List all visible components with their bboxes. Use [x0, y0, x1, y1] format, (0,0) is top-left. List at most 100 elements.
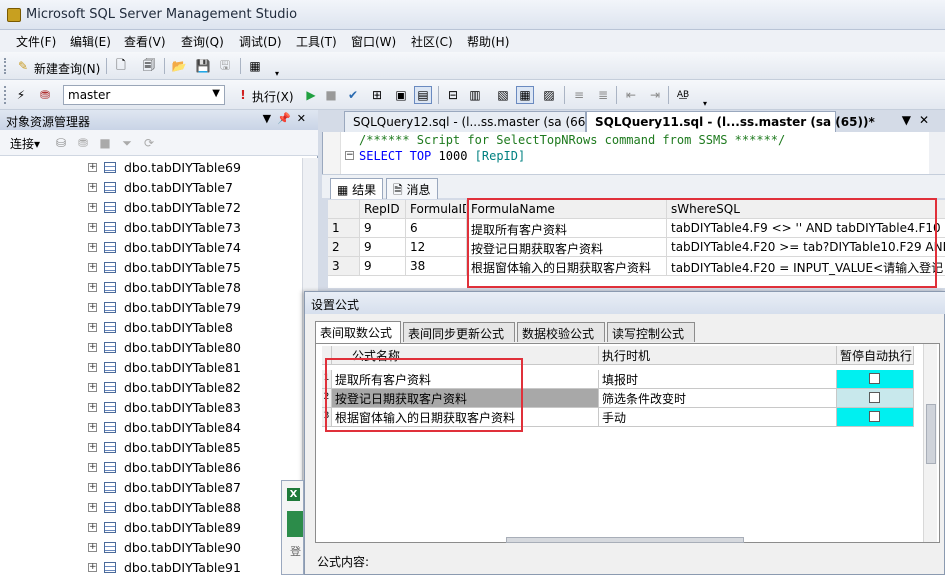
execution-timing-cell[interactable]: 筛选条件改变时 — [599, 389, 837, 408]
execution-timing-cell[interactable]: 手动 — [599, 408, 837, 427]
toolbar-grip[interactable] — [4, 58, 8, 74]
comment-icon[interactable]: ≡ — [570, 86, 588, 104]
activity-monitor-icon[interactable]: ▦ — [246, 57, 264, 75]
expand-icon[interactable]: + — [88, 543, 97, 552]
tree-item-table[interactable]: + dbo.tabDIYTable7 — [0, 178, 302, 198]
uncomment-icon[interactable]: ≣ — [594, 86, 612, 104]
expand-icon[interactable]: + — [88, 563, 97, 572]
increase-indent-icon[interactable]: ⇥ — [646, 86, 664, 104]
client-stats-icon[interactable]: ▥ — [466, 86, 484, 104]
execution-timing-cell[interactable]: 填报时 — [599, 370, 837, 389]
expand-icon[interactable]: + — [88, 523, 97, 532]
debug-play-icon[interactable]: ▶ — [302, 86, 320, 104]
connect-dropdown[interactable]: 连接▾ — [10, 135, 40, 152]
tree-item-table[interactable]: + dbo.tabDIYTable80 — [0, 338, 302, 358]
menu-help[interactable]: 帮助(H) — [467, 33, 509, 50]
row-number[interactable]: 3 — [328, 257, 360, 276]
pause-auto-exec-cell[interactable] — [837, 370, 914, 389]
menu-edit[interactable]: 编辑(E) — [70, 33, 111, 50]
expand-icon[interactable]: + — [88, 203, 97, 212]
tab-list-icon[interactable]: ▼ — [902, 113, 919, 127]
toolbar-grip[interactable] — [4, 86, 8, 104]
save-icon[interactable]: 💾 — [194, 57, 212, 75]
grid-corner[interactable] — [328, 200, 360, 219]
editor-scrollbar[interactable] — [929, 132, 945, 174]
stop-icon[interactable]: ■ — [96, 134, 114, 152]
tree-item-table[interactable]: + dbo.tabDIYTable73 — [0, 218, 302, 238]
expand-icon[interactable]: + — [88, 243, 97, 252]
new-file-icon[interactable]: 🗋 — [112, 57, 130, 75]
grid-cell[interactable]: 9 — [360, 238, 406, 257]
tree-item-table[interactable]: + dbo.tabDIYTable91 — [0, 558, 302, 575]
tree-item-table[interactable]: + dbo.tabDIYTable90 — [0, 538, 302, 558]
menu-query[interactable]: 查询(Q) — [181, 33, 224, 50]
grid-cell[interactable]: 38 — [406, 257, 467, 276]
change-connection-icon[interactable]: ⛃ — [36, 86, 54, 104]
results-grid-toggle-icon[interactable]: ▦ — [516, 86, 534, 104]
column-header[interactable]: RepID — [360, 200, 406, 219]
results-to-text-icon[interactable]: ▧ — [494, 86, 512, 104]
results-to-grid-icon[interactable]: ▤ — [414, 86, 432, 104]
new-query-button[interactable]: 新建查询(N) — [34, 60, 100, 77]
execute-button[interactable]: 执行(X) — [252, 88, 294, 105]
save-all-icon[interactable]: 🖫 — [216, 57, 234, 75]
tree-item-table[interactable]: + dbo.tabDIYTable69 — [0, 158, 302, 178]
tab-data-validation[interactable]: 数据校验公式 — [517, 322, 605, 342]
connect-icon[interactable]: ⚡ — [12, 86, 30, 104]
column-header[interactable]: 执行时机 — [599, 346, 837, 365]
menu-community[interactable]: 社区(C) — [411, 33, 453, 50]
expand-icon[interactable]: + — [88, 163, 97, 172]
expand-icon[interactable]: + — [88, 183, 97, 192]
cancel-query-icon[interactable]: ■ — [322, 86, 340, 104]
tree-item-table[interactable]: + dbo.tabDIYTable87 — [0, 478, 302, 498]
expand-icon[interactable]: + — [88, 423, 97, 432]
expand-icon[interactable]: + — [88, 503, 97, 512]
grid-cell[interactable]: 6 — [406, 219, 467, 238]
tree-item-table[interactable]: + dbo.tabDIYTable79 — [0, 298, 302, 318]
tree-item-table[interactable]: + dbo.tabDIYTable82 — [0, 378, 302, 398]
execute-icon[interactable]: ! — [234, 86, 252, 104]
tree-item-table[interactable]: + dbo.tabDIYTable81 — [0, 358, 302, 378]
grid-cell[interactable]: 9 — [360, 257, 406, 276]
scrollbar-thumb[interactable] — [926, 404, 936, 464]
tab-cross-table-fetch[interactable]: 表间取数公式 — [315, 321, 401, 343]
include-plan-icon[interactable]: ⊟ — [444, 86, 462, 104]
column-header[interactable]: 暂停自动执行 — [837, 346, 914, 365]
tab-sqlquery11[interactable]: SQLQuery11.sql - (l...ss.master (sa (65)… — [586, 111, 875, 132]
tab-read-write-control[interactable]: 读写控制公式 — [607, 322, 695, 342]
tree-item-table[interactable]: + dbo.tabDIYTable84 — [0, 418, 302, 438]
tree-item-table[interactable]: + dbo.tabDIYTable89 — [0, 518, 302, 538]
expand-icon[interactable]: + — [88, 463, 97, 472]
menu-tools[interactable]: 工具(T) — [296, 33, 337, 50]
expand-icon[interactable]: + — [88, 443, 97, 452]
expand-icon[interactable]: + — [88, 283, 97, 292]
close-icon[interactable]: ✕ — [919, 113, 937, 127]
pause-auto-exec-checkbox[interactable] — [869, 411, 880, 422]
tab-messages[interactable]: 🗎 消息 — [386, 178, 438, 199]
disconnect-icon[interactable]: ⛃ — [74, 134, 92, 152]
tree-item-table[interactable]: + dbo.tabDIYTable78 — [0, 278, 302, 298]
expand-icon[interactable]: + — [88, 323, 97, 332]
row-number[interactable]: 2 — [328, 238, 360, 257]
expand-icon[interactable]: + — [88, 383, 97, 392]
tab-cross-table-sync[interactable]: 表间同步更新公式 — [403, 322, 515, 342]
tree-item-table[interactable]: + dbo.tabDIYTable75 — [0, 258, 302, 278]
pin-icon[interactable]: 📌 — [277, 112, 297, 125]
results-to-file-icon[interactable]: ▨ — [540, 86, 558, 104]
tree-item-table[interactable]: + dbo.tabDIYTable72 — [0, 198, 302, 218]
tab-results[interactable]: ▦ 结果 — [330, 178, 384, 199]
open-folder-icon[interactable]: 📂 — [170, 57, 188, 75]
expand-icon[interactable]: + — [88, 483, 97, 492]
filter-icon[interactable]: ⏷ — [118, 134, 136, 152]
tab-sqlquery12[interactable]: SQLQuery12.sql - (l...ss.master (sa (66)… — [344, 111, 595, 132]
connect-object-explorer-icon[interactable]: ⛁ — [52, 134, 70, 152]
parse-checkmark-icon[interactable]: ✔ — [344, 86, 362, 104]
display-plan-icon[interactable]: ⊞ — [368, 86, 386, 104]
expand-icon[interactable]: + — [88, 403, 97, 412]
database-select[interactable]: master ▼ — [63, 85, 225, 105]
pause-auto-exec-cell[interactable] — [837, 408, 914, 427]
query-designer-icon[interactable]: ▣ — [392, 86, 410, 104]
sql-editor[interactable]: − /****** Script for SelectTopNRows comm… — [322, 132, 945, 174]
column-header[interactable]: FormulaID — [406, 200, 467, 219]
new-query-icon[interactable]: ✎ — [14, 57, 32, 75]
